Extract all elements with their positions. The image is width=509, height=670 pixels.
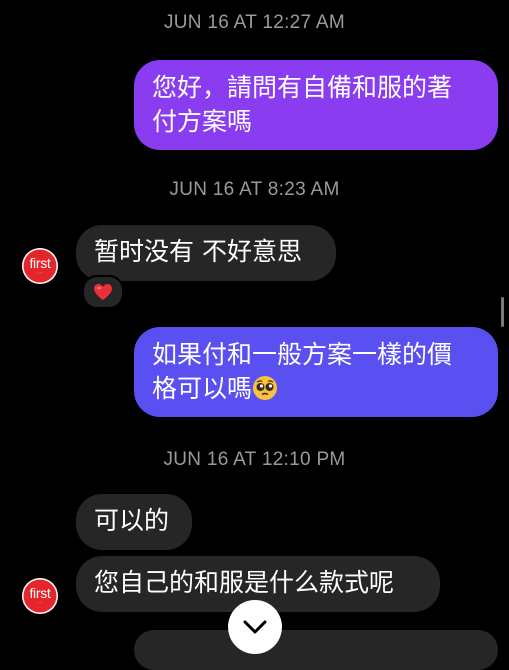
message-text: 可以的 bbox=[94, 506, 170, 535]
incoming-message[interactable]: 暂时没有 不好意思 bbox=[76, 225, 336, 281]
avatar-logo-text: first bbox=[29, 255, 51, 271]
timestamp: JUN 16 AT 8:23 AM bbox=[169, 179, 340, 200]
message-text: 暂时没有 不好意思 bbox=[94, 237, 302, 266]
timestamp: JUN 16 AT 12:27 AM bbox=[163, 12, 346, 33]
outgoing-message-partial[interactable] bbox=[134, 630, 498, 670]
scrollbar-thumb[interactable] bbox=[501, 297, 504, 327]
message-line: 您好，請問有自備和服的著 bbox=[152, 73, 453, 102]
avatar-logo-decoration: ··· bbox=[38, 270, 42, 275]
sender-avatar[interactable]: first ··· bbox=[22, 578, 58, 614]
timestamp: JUN 16 AT 12:10 PM bbox=[163, 449, 346, 470]
outgoing-message[interactable]: 如果付和一般方案一樣的價 格可以嗎 bbox=[134, 327, 498, 417]
pleading-face-emoji-icon bbox=[253, 376, 278, 400]
avatar-logo-decoration: ··· bbox=[38, 600, 42, 605]
message-line: 如果付和一般方案一樣的價 bbox=[152, 340, 453, 369]
avatar-logo-text: first bbox=[29, 585, 51, 601]
heart-emoji-icon bbox=[94, 284, 112, 300]
message-text: 您自己的和服是什么款式呢 bbox=[94, 568, 395, 597]
chevron-down-icon bbox=[243, 620, 267, 634]
scroll-to-bottom-button[interactable] bbox=[228, 600, 282, 654]
message-line: 付方案嗎 bbox=[152, 107, 253, 136]
message-line-with-emoji: 格可以嗎 bbox=[152, 372, 480, 406]
message-reaction[interactable] bbox=[82, 275, 124, 309]
outgoing-message[interactable]: 您好，請問有自備和服的著 付方案嗎 bbox=[134, 60, 498, 150]
sender-avatar[interactable]: first ··· bbox=[22, 248, 58, 284]
message-line: 格可以嗎 bbox=[152, 374, 253, 403]
incoming-message[interactable]: 可以的 bbox=[76, 494, 192, 550]
